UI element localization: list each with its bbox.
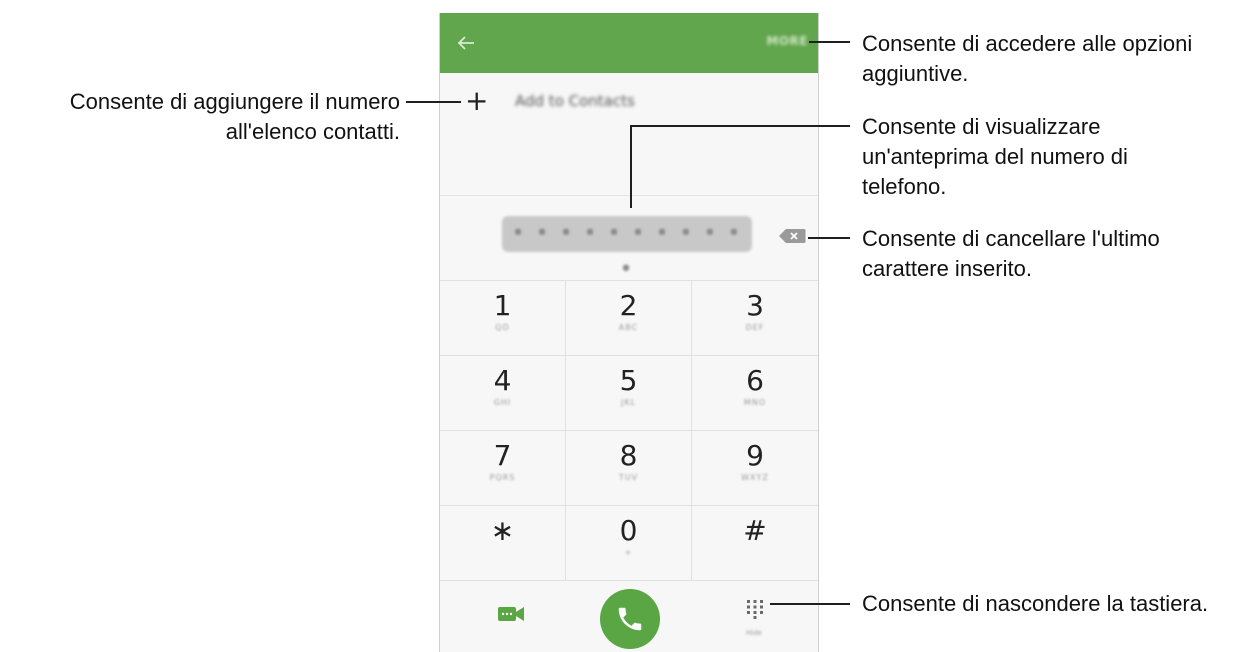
app-bar: MORE xyxy=(440,13,818,73)
annotation-line: Consente di aggiungere il numero xyxy=(69,89,400,114)
back-arrow-icon[interactable] xyxy=(454,31,478,55)
key-5[interactable]: 5 JKL xyxy=(566,355,692,430)
key-digit: 2 xyxy=(619,289,638,322)
key-digit: 3 xyxy=(746,289,764,322)
add-to-contacts-row[interactable]: + Add to Contacts xyxy=(440,73,818,133)
key-star[interactable]: ∗ xyxy=(440,505,566,580)
key-letters: GHI xyxy=(493,398,512,407)
key-letters: TUV xyxy=(618,473,639,482)
key-8[interactable]: 8 TUV xyxy=(566,430,692,505)
backspace-icon[interactable] xyxy=(778,228,806,244)
key-letters: DEF xyxy=(745,323,765,332)
key-letters: PQRS xyxy=(489,473,516,482)
annotation-line: telefono. xyxy=(862,174,947,199)
annotation-delete: Consente di cancellare l'ultimo caratter… xyxy=(862,224,1160,284)
key-digit: # xyxy=(743,514,767,547)
key-digit: 9 xyxy=(746,439,764,472)
preview-area xyxy=(440,133,818,196)
leader-line-preview-vertical xyxy=(630,125,632,208)
number-input-row: • • • • • • • • • • • xyxy=(440,196,818,286)
key-digit: 5 xyxy=(619,364,638,397)
dialpad-icon[interactable] xyxy=(745,599,765,619)
key-1[interactable]: 1 QD xyxy=(440,280,566,355)
call-button[interactable] xyxy=(600,589,660,649)
key-letters: ABC xyxy=(618,323,639,332)
add-to-contacts-label: Add to Contacts xyxy=(515,92,635,110)
key-digit: ∗ xyxy=(490,514,515,547)
key-digit: 1 xyxy=(493,289,512,322)
key-hash[interactable]: # xyxy=(692,505,818,580)
key-letters: WXYZ xyxy=(741,473,769,482)
dial-keypad: 1 QD 2 ABC 3 DEF 4 GHI 5 JKL 6 MNO 7 PQRS 8 TUV … xyxy=(440,280,818,580)
key-letters: + xyxy=(624,548,633,557)
key-9[interactable]: 9 WXYZ xyxy=(692,430,818,505)
key-2[interactable]: 2 ABC xyxy=(566,280,692,355)
annotation-more-options: Consente di accedere alle opzioni aggiun… xyxy=(862,29,1192,89)
leader-line-delete xyxy=(808,237,850,239)
annotation-line: carattere inserito. xyxy=(862,256,1032,281)
key-digit: 0 xyxy=(619,514,638,547)
more-button[interactable]: MORE xyxy=(766,34,808,48)
annotation-line: Consente di nascondere la tastiera. xyxy=(862,591,1209,616)
key-4[interactable]: 4 GHI xyxy=(440,355,566,430)
hide-keypad-label: Hide xyxy=(746,629,762,637)
leader-line-more xyxy=(809,41,850,43)
key-digit: 6 xyxy=(746,364,764,397)
key-7[interactable]: 7 PQRS xyxy=(440,430,566,505)
key-letters: MNO xyxy=(743,398,767,407)
video-call-icon[interactable] xyxy=(498,605,524,623)
key-3[interactable]: 3 DEF xyxy=(692,280,818,355)
leader-line-add xyxy=(406,101,461,103)
annotation-add-contacts: Consente di aggiungere il numero all'ele… xyxy=(20,87,400,147)
number-preview: • • • • • • • • • • • xyxy=(502,216,752,282)
key-digit: 7 xyxy=(493,439,512,472)
key-digit: 8 xyxy=(619,439,638,472)
key-letters: QD xyxy=(495,323,510,332)
annotation-line: un'anteprima del numero di xyxy=(862,144,1128,169)
annotation-line: Consente di cancellare l'ultimo xyxy=(862,226,1160,251)
phone-icon xyxy=(618,607,642,631)
annotation-preview: Consente di visualizzare un'anteprima de… xyxy=(862,112,1128,202)
annotation-line: Consente di accedere alle opzioni xyxy=(862,31,1193,56)
key-letters: JKL xyxy=(620,398,637,407)
dialer-screen: MORE + Add to Contacts • • • • • • • • •… xyxy=(439,13,819,652)
key-6[interactable]: 6 MNO xyxy=(692,355,818,430)
key-digit: 4 xyxy=(493,364,512,397)
annotation-line: all'elenco contatti. xyxy=(225,119,400,144)
bottom-action-bar: Hide xyxy=(440,580,818,652)
plus-icon[interactable]: + xyxy=(465,87,488,115)
key-0[interactable]: 0 + xyxy=(566,505,692,580)
leader-line-hide xyxy=(770,603,850,605)
annotation-hide-keypad: Consente di nascondere la tastiera. xyxy=(862,589,1208,619)
annotation-line: Consente di visualizzare xyxy=(862,114,1101,139)
annotation-line: aggiuntive. xyxy=(862,61,969,86)
leader-line-preview xyxy=(630,125,850,127)
